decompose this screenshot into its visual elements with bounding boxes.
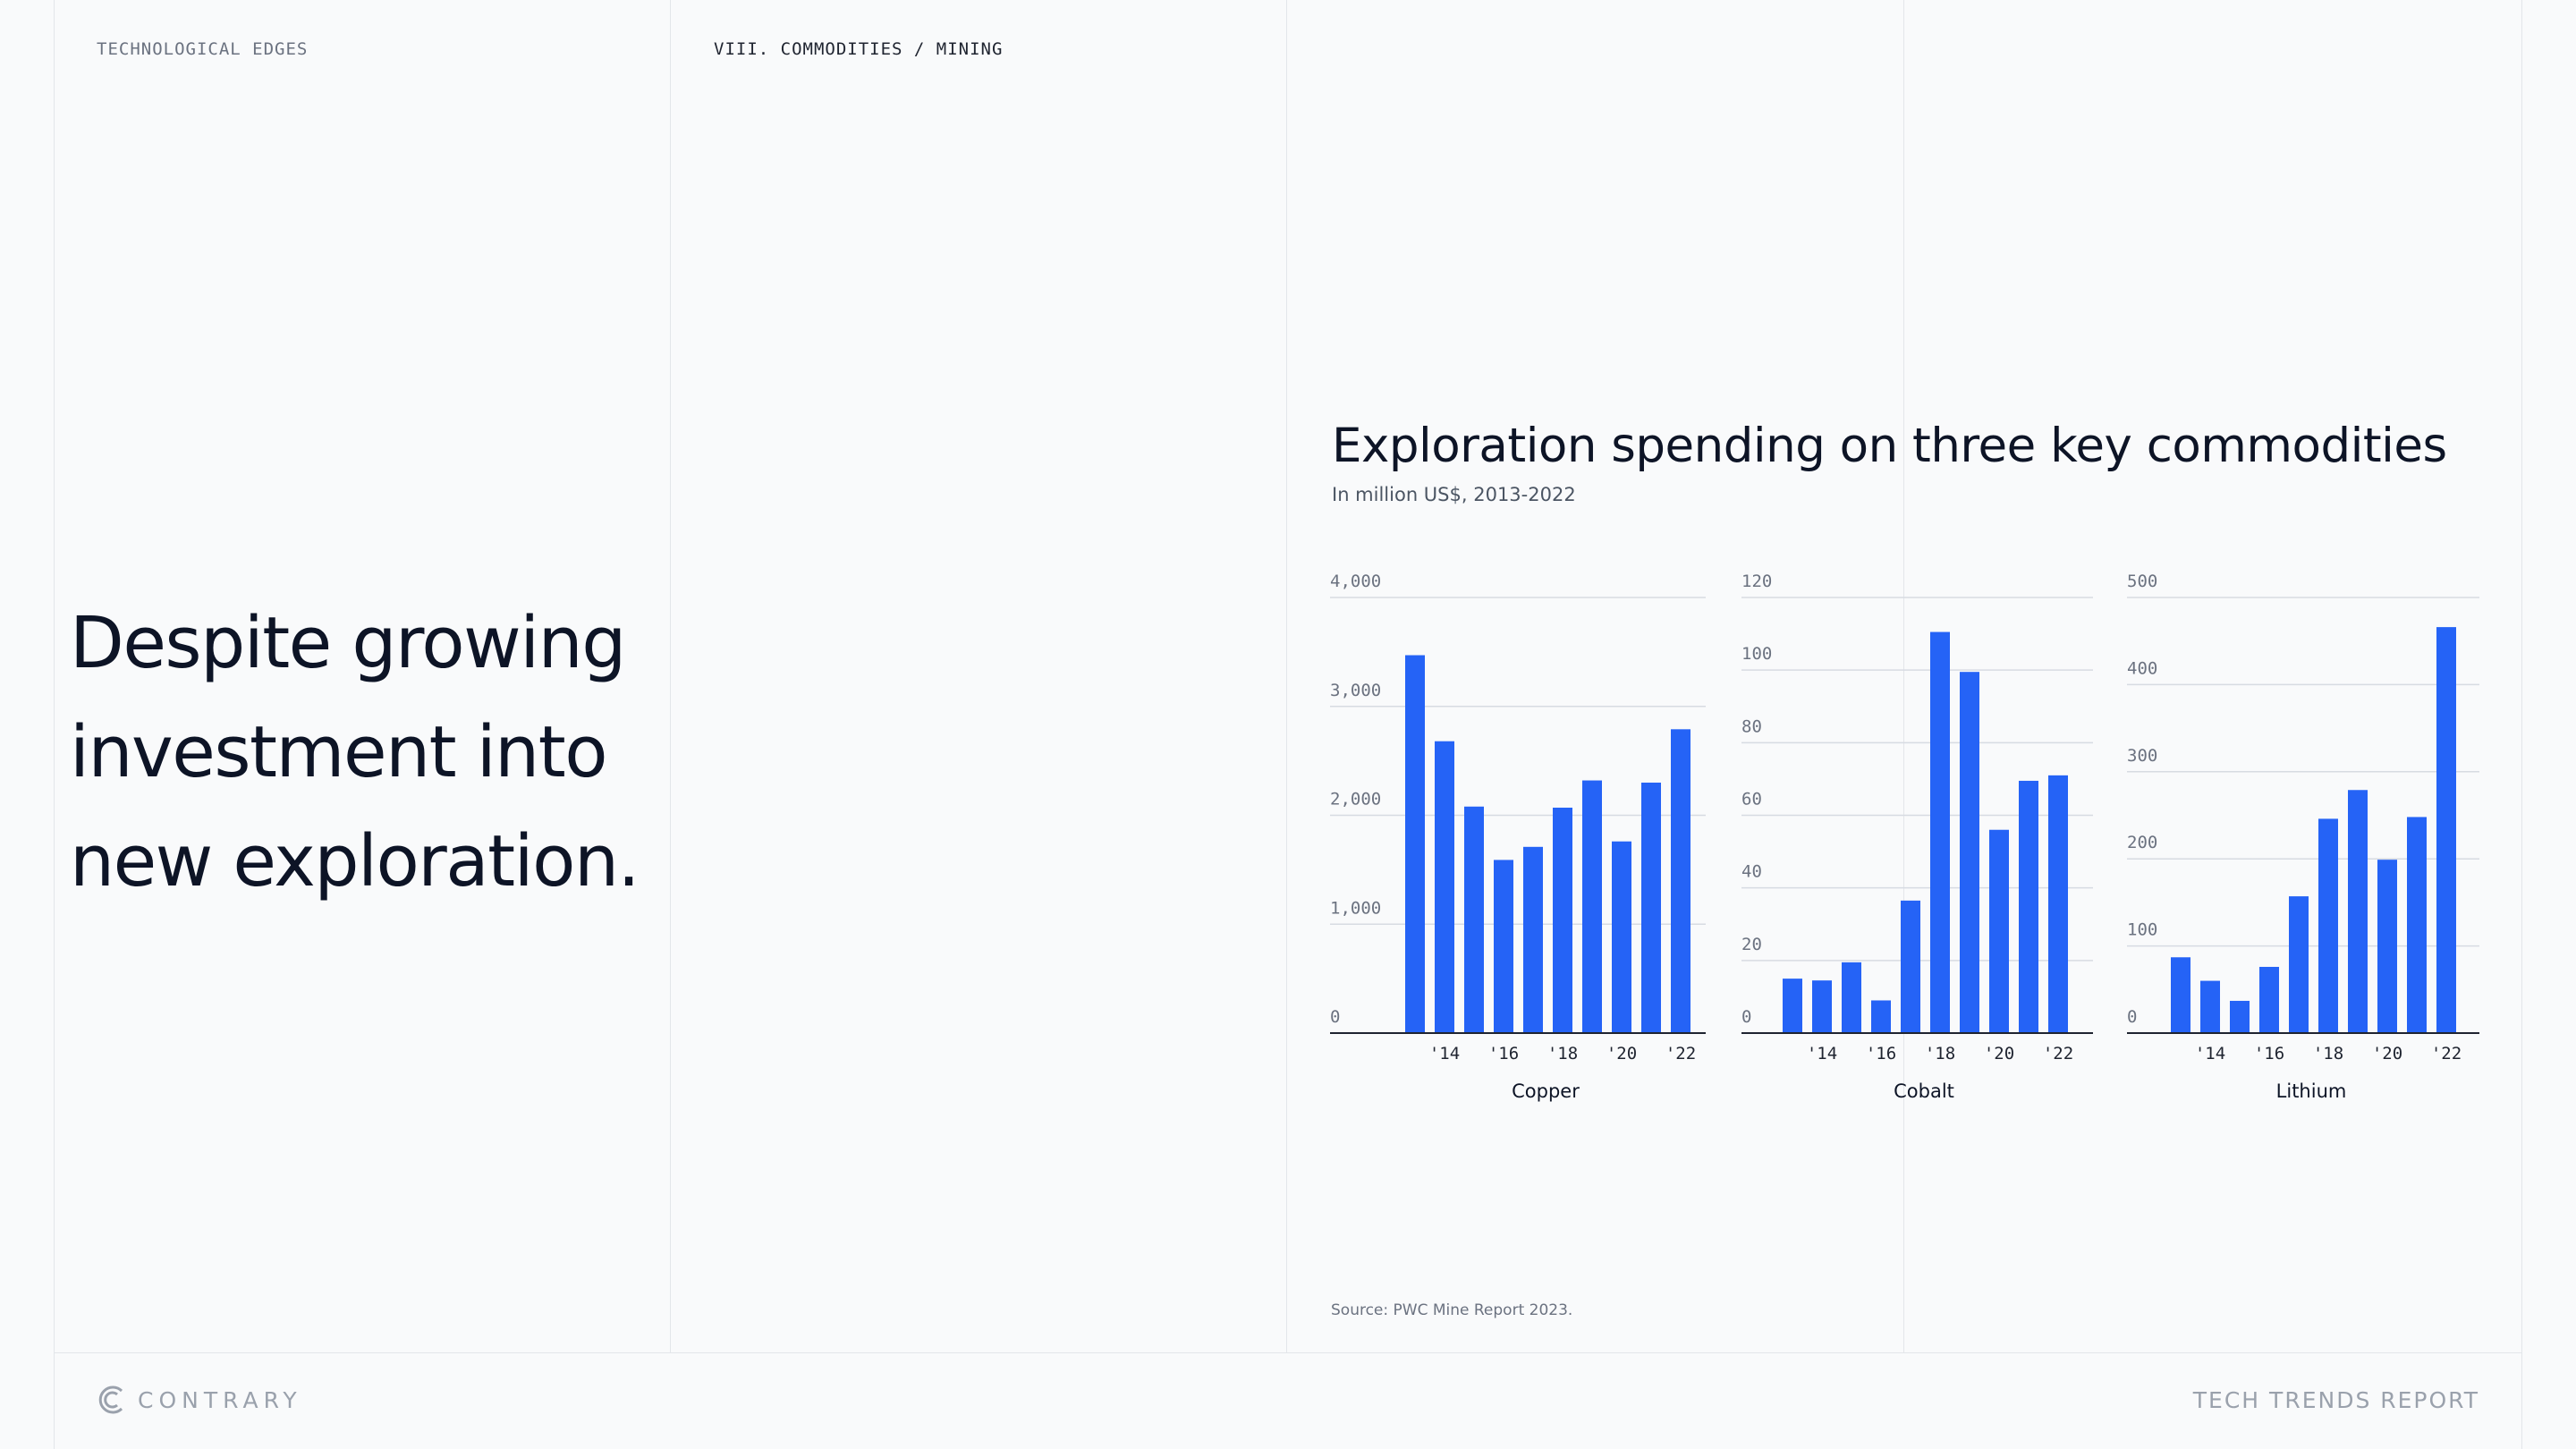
bar bbox=[1435, 741, 1454, 1033]
bar bbox=[1960, 672, 1979, 1033]
x-tick-label: '16 bbox=[2254, 1044, 2284, 1063]
x-tick-label: '22 bbox=[1665, 1044, 1696, 1063]
bar bbox=[1871, 1000, 1891, 1033]
panel-label: Cobalt bbox=[1894, 1080, 1954, 1102]
bar bbox=[1405, 655, 1425, 1033]
footer-divider bbox=[54, 1352, 2522, 1353]
y-tick-label: 200 bbox=[2127, 833, 2157, 852]
bar bbox=[1783, 979, 1802, 1033]
bar bbox=[1930, 631, 1950, 1033]
bar bbox=[2436, 627, 2456, 1033]
y-tick-label: 0 bbox=[2127, 1007, 2137, 1027]
contrary-logo: CONTRARY bbox=[95, 1383, 302, 1417]
bar bbox=[2377, 860, 2397, 1033]
y-tick-label: 20 bbox=[1741, 935, 1762, 954]
bar bbox=[2348, 790, 2368, 1033]
y-tick-label: 120 bbox=[1741, 572, 1772, 591]
bar bbox=[2230, 1000, 2250, 1033]
source-note: Source: PWC Mine Report 2023. bbox=[1331, 1301, 1573, 1319]
y-tick-label: 0 bbox=[1330, 1007, 1340, 1027]
bar bbox=[1989, 829, 2009, 1033]
bar bbox=[2318, 818, 2338, 1033]
x-tick-label: '22 bbox=[2431, 1044, 2462, 1063]
panel-label: Copper bbox=[1512, 1080, 1580, 1102]
report-name: TECH TRENDS REPORT bbox=[2192, 1387, 2479, 1413]
panel-label: Lithium bbox=[2276, 1080, 2347, 1102]
logo-text: CONTRARY bbox=[138, 1386, 302, 1413]
y-tick-label: 3,000 bbox=[1330, 681, 1381, 700]
bar bbox=[1612, 841, 1631, 1033]
x-tick-label: '20 bbox=[1984, 1044, 2014, 1063]
bar bbox=[1464, 806, 1484, 1033]
bar bbox=[1842, 962, 1861, 1033]
y-tick-label: 80 bbox=[1741, 716, 1762, 736]
bar bbox=[2259, 966, 2279, 1033]
y-tick-label: 60 bbox=[1741, 790, 1762, 809]
x-tick-label: '14 bbox=[1807, 1044, 1837, 1063]
x-tick-label: '14 bbox=[1429, 1044, 1460, 1063]
bar bbox=[1901, 900, 1920, 1033]
y-tick-label: 500 bbox=[2127, 572, 2157, 591]
x-tick-label: '20 bbox=[1606, 1044, 1637, 1063]
bar bbox=[1582, 780, 1602, 1033]
bar-charts: 0 1,000 2,000 3,000 4,000 '14 '16 '18 '20 '22 Copp… bbox=[1330, 572, 2479, 1102]
x-tick-label: '16 bbox=[1866, 1044, 1896, 1063]
bar bbox=[2407, 817, 2427, 1033]
x-tick-label: '18 bbox=[1925, 1044, 1955, 1063]
y-tick-label: 40 bbox=[1741, 862, 1762, 882]
y-tick-label: 2,000 bbox=[1330, 790, 1381, 809]
bar bbox=[1671, 729, 1690, 1033]
y-tick-label: 300 bbox=[2127, 746, 2157, 766]
bar bbox=[1494, 860, 1513, 1033]
y-tick-label: 4,000 bbox=[1330, 572, 1381, 591]
y-tick-label: 400 bbox=[2127, 658, 2157, 678]
bar bbox=[2200, 980, 2220, 1033]
x-tick-label: '16 bbox=[1488, 1044, 1519, 1063]
bar bbox=[2019, 780, 2038, 1033]
bar bbox=[2171, 957, 2190, 1033]
x-tick-label: '14 bbox=[2195, 1044, 2225, 1063]
bar bbox=[2289, 896, 2309, 1033]
bar bbox=[2048, 775, 2068, 1033]
y-tick-label: 100 bbox=[2127, 920, 2157, 940]
x-tick-label: '22 bbox=[2043, 1044, 2073, 1063]
bar bbox=[1553, 807, 1572, 1033]
x-tick-label: '18 bbox=[1547, 1044, 1578, 1063]
contrary-logo-icon bbox=[98, 1385, 123, 1414]
x-tick-label: '18 bbox=[2313, 1044, 2343, 1063]
x-tick-label: '20 bbox=[2372, 1044, 2402, 1063]
y-tick-label: 0 bbox=[1741, 1007, 1751, 1027]
bar bbox=[1523, 846, 1543, 1033]
y-tick-label: 100 bbox=[1741, 644, 1772, 664]
bar bbox=[1641, 782, 1661, 1033]
bar bbox=[1812, 980, 1832, 1033]
y-tick-label: 1,000 bbox=[1330, 898, 1381, 918]
